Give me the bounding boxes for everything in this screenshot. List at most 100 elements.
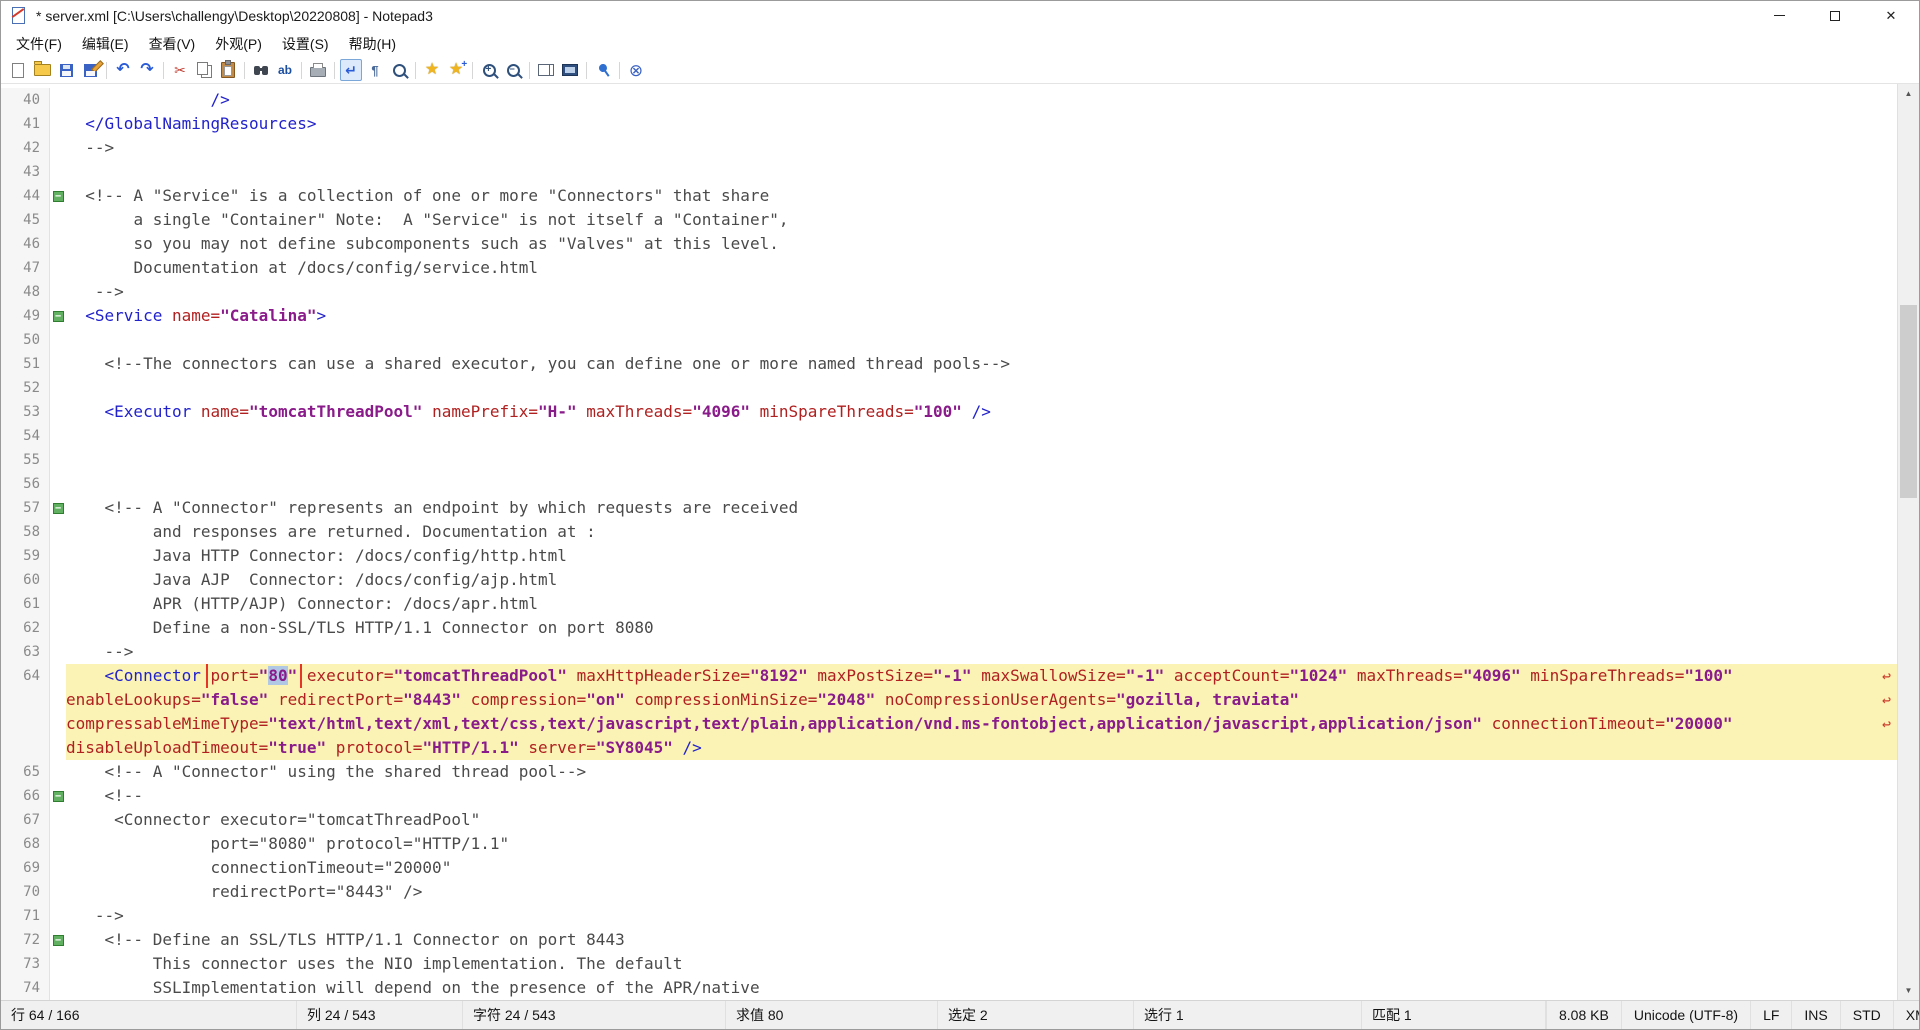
status-file-size[interactable]: 8.08 KB [1546, 1001, 1621, 1029]
code-text[interactable]: SSLImplementation will depend on the pre… [66, 976, 1897, 1000]
line-number[interactable]: 50 [1, 328, 50, 352]
line-number[interactable]: 64 [1, 664, 50, 688]
code-text[interactable]: --> [66, 640, 1897, 664]
code-text[interactable]: </GlobalNamingResources> [66, 112, 1897, 136]
fold-margin[interactable]: − [50, 496, 66, 520]
fold-collapse-icon[interactable]: − [53, 503, 64, 514]
save-file-icon[interactable] [55, 59, 77, 81]
full-screen-icon[interactable] [559, 59, 581, 81]
line-number[interactable]: 65 [1, 760, 50, 784]
copy-icon[interactable] [193, 59, 215, 81]
code-text[interactable]: <!-- A "Service" is a collection of one … [66, 184, 1897, 208]
code-text[interactable]: disableUploadTimeout="true" protocol="HT… [66, 736, 1897, 760]
close-button[interactable]: ✕ [1863, 1, 1919, 30]
line-number[interactable]: 53 [1, 400, 50, 424]
line-number[interactable]: 61 [1, 592, 50, 616]
fold-collapse-icon[interactable]: − [53, 311, 64, 322]
line-number[interactable]: 69 [1, 856, 50, 880]
scroll-up-arrow[interactable]: ▲ [1898, 84, 1919, 103]
code-text[interactable]: <!-- Define an SSL/TLS HTTP/1.1 Connecto… [66, 928, 1897, 952]
favorites-icon[interactable]: ★ [421, 59, 443, 81]
code-text[interactable]: This connector uses the NIO implementati… [66, 952, 1897, 976]
line-number[interactable]: 42 [1, 136, 50, 160]
status-evaluate[interactable]: 求值 80 [726, 1001, 938, 1029]
save-as-icon[interactable] [79, 59, 101, 81]
code-text[interactable]: enableLookups="false" redirectPort="8443… [66, 688, 1897, 712]
line-number[interactable]: 43 [1, 160, 50, 184]
line-number[interactable]: 71 [1, 904, 50, 928]
menu-item-settings[interactable]: 设置(S) [272, 30, 339, 58]
status-line-position[interactable]: 行 64 / 166 [1, 1001, 297, 1029]
replace-icon[interactable]: ab [274, 59, 296, 81]
restore-button[interactable] [1807, 1, 1863, 30]
line-number[interactable]: 52 [1, 376, 50, 400]
code-text[interactable]: <Connector port="80" executor="tomcatThr… [66, 664, 1897, 688]
code-area[interactable]: 40 /> 41 </GlobalNamingResources> 42 --> 43… [1, 84, 1897, 1000]
line-number[interactable]: 57 [1, 496, 50, 520]
redo-icon[interactable]: ↷ [136, 59, 158, 81]
line-number[interactable]: 62 [1, 616, 50, 640]
status-char-position[interactable]: 字符 24 / 543 [463, 1001, 726, 1029]
line-number[interactable]: 56 [1, 472, 50, 496]
menu-item-appearance[interactable]: 外观(P) [205, 30, 272, 58]
line-number[interactable]: 40 [1, 88, 50, 112]
fold-margin[interactable]: − [50, 928, 66, 952]
always-on-top-pin-icon[interactable] [592, 59, 614, 81]
code-text[interactable] [66, 448, 1897, 472]
code-text[interactable] [66, 376, 1897, 400]
line-number[interactable]: 73 [1, 952, 50, 976]
fold-collapse-icon[interactable]: − [53, 191, 64, 202]
word-wrap-icon[interactable]: ↵ [340, 59, 362, 81]
new-file-icon[interactable] [7, 59, 29, 81]
code-text[interactable] [66, 160, 1897, 184]
code-text[interactable]: and responses are returned. Documentatio… [66, 520, 1897, 544]
line-number[interactable]: 41 [1, 112, 50, 136]
minimize-button[interactable] [1751, 1, 1807, 30]
zoom-reset-icon[interactable] [388, 59, 410, 81]
find-icon[interactable] [250, 59, 272, 81]
long-line-marker-icon[interactable] [535, 59, 557, 81]
menu-item-view[interactable]: 查看(V) [139, 30, 206, 58]
line-number[interactable]: 49 [1, 304, 50, 328]
code-text[interactable]: so you may not define subcomponents such… [66, 232, 1897, 256]
status-eol-mode[interactable]: LF [1750, 1001, 1791, 1029]
editor[interactable]: 40 /> 41 </GlobalNamingResources> 42 --> 43… [1, 84, 1919, 1000]
scrollbar-thumb[interactable] [1900, 305, 1917, 498]
code-text[interactable]: <Service name="Catalina"> [66, 304, 1897, 328]
code-text[interactable]: redirectPort="8443" /> [66, 880, 1897, 904]
code-text[interactable]: <!-- A "Connector" represents an endpoin… [66, 496, 1897, 520]
cut-icon[interactable]: ✂ [169, 59, 191, 81]
add-favorite-icon[interactable]: ★ [445, 59, 467, 81]
code-text[interactable]: Java AJP Connector: /docs/config/ajp.htm… [66, 568, 1897, 592]
status-encoding[interactable]: Unicode (UTF-8) [1621, 1001, 1750, 1029]
scrollbar-track[interactable] [1898, 103, 1919, 981]
line-number[interactable]: 48 [1, 280, 50, 304]
code-text[interactable]: --> [66, 280, 1897, 304]
code-text[interactable]: --> [66, 136, 1897, 160]
line-number[interactable] [1, 688, 50, 712]
status-selected-lines[interactable]: 选行 1 [1134, 1001, 1362, 1029]
zoom-out-icon[interactable] [502, 59, 524, 81]
status-file-type[interactable]: XML 文件 [1893, 1001, 1919, 1029]
code-text[interactable]: a single "Container" Note: A "Service" i… [66, 208, 1897, 232]
menu-item-edit[interactable]: 编辑(E) [72, 30, 139, 58]
line-number[interactable]: 58 [1, 520, 50, 544]
undo-icon[interactable]: ↶ [112, 59, 134, 81]
fold-collapse-icon[interactable]: − [53, 791, 64, 802]
line-number[interactable]: 54 [1, 424, 50, 448]
line-number[interactable] [1, 712, 50, 736]
code-text[interactable] [66, 328, 1897, 352]
line-number[interactable]: 68 [1, 832, 50, 856]
line-number[interactable] [1, 736, 50, 760]
code-text[interactable]: /> [66, 88, 1897, 112]
zoom-in-icon[interactable] [478, 59, 500, 81]
line-number[interactable]: 70 [1, 880, 50, 904]
code-text[interactable]: --> [66, 904, 1897, 928]
code-text[interactable]: <!-- A "Connector" using the shared thre… [66, 760, 1897, 784]
line-number[interactable]: 47 [1, 256, 50, 280]
code-text[interactable]: <Connector executor="tomcatThreadPool" [66, 808, 1897, 832]
code-text[interactable]: <!-- [66, 784, 1897, 808]
code-text[interactable]: connectionTimeout="20000" [66, 856, 1897, 880]
menu-item-help[interactable]: 帮助(H) [339, 30, 406, 58]
line-number[interactable]: 60 [1, 568, 50, 592]
